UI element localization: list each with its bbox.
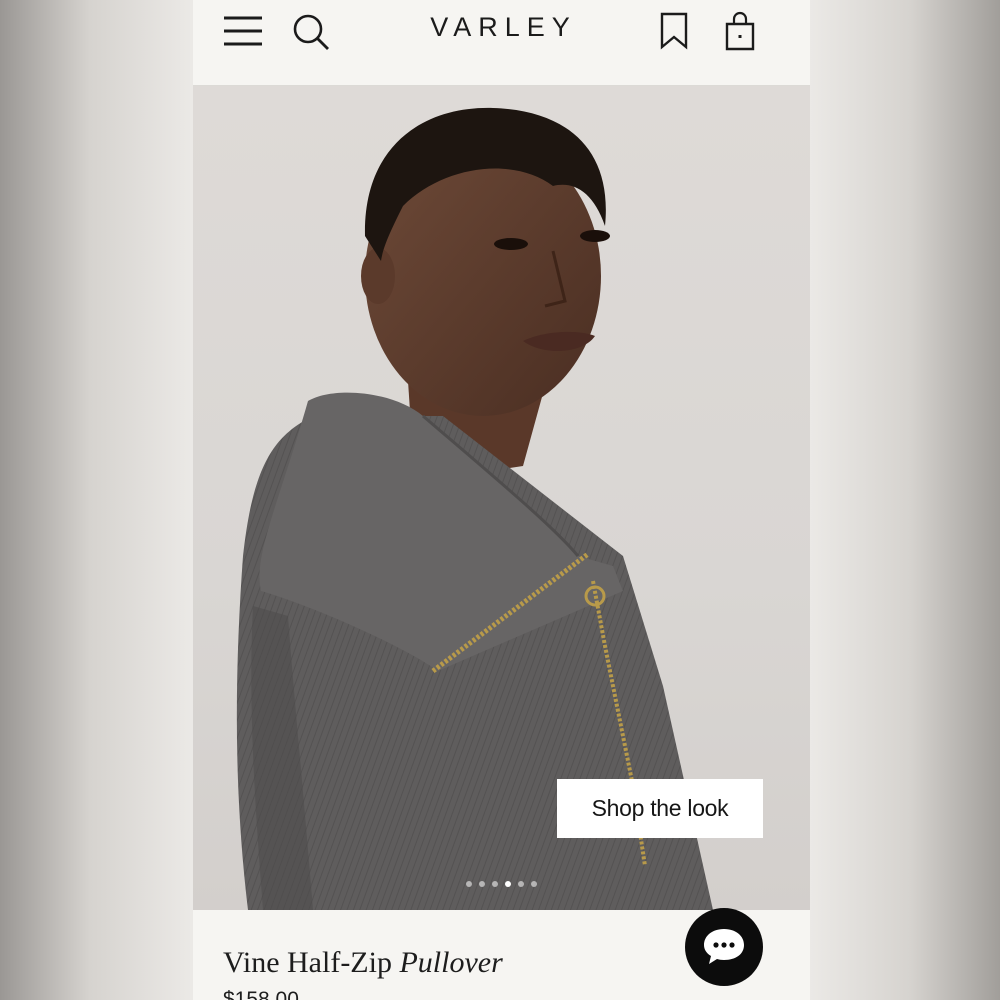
carousel-indicator[interactable] — [466, 881, 537, 887]
chat-button[interactable] — [685, 908, 763, 986]
site-header: VARLEY — [193, 0, 810, 86]
carousel-dot[interactable] — [518, 881, 524, 887]
brand-logo[interactable]: VARLEY — [193, 12, 810, 43]
shopping-bag-icon[interactable] — [723, 10, 757, 52]
product-price: $158.00 — [223, 988, 299, 1000]
product-name-italic: Pullover — [399, 946, 503, 979]
carousel-dot[interactable] — [531, 881, 537, 887]
carousel-dot[interactable] — [479, 881, 485, 887]
phone-screen: VARLEY Shop the look Vine Half-Zip Pullo… — [193, 0, 810, 1000]
product-hero-image[interactable]: Shop the look — [193, 86, 810, 910]
shop-the-look-button[interactable]: Shop the look — [557, 779, 763, 838]
carousel-dot-active[interactable] — [505, 881, 511, 887]
product-title[interactable]: Vine Half-Zip Pullover — [223, 946, 503, 980]
carousel-dot[interactable] — [466, 881, 472, 887]
chat-bubble-icon — [704, 929, 744, 964]
product-name: Vine Half-Zip — [223, 946, 392, 979]
bookmark-icon[interactable] — [659, 12, 689, 50]
carousel-dot[interactable] — [492, 881, 498, 887]
